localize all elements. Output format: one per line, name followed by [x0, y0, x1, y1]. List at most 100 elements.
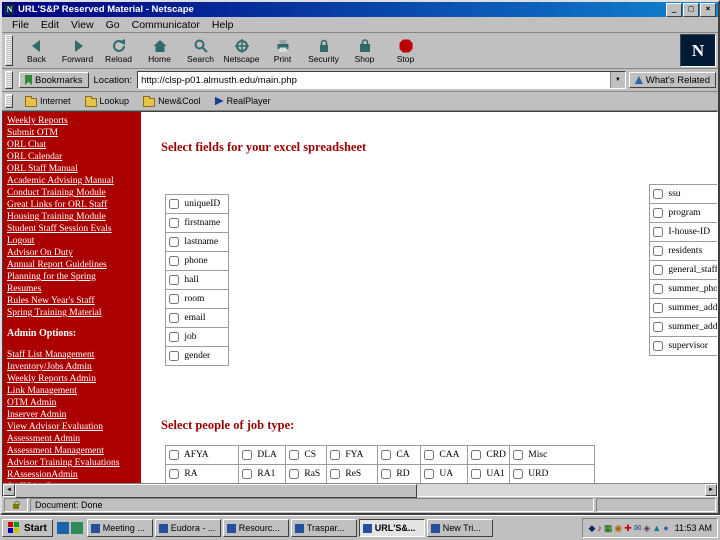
- task-button[interactable]: Resourc...: [222, 519, 289, 537]
- titlebar[interactable]: N URL'S&P Reserved Material - Netscape _…: [2, 2, 718, 17]
- field-checkbox[interactable]: [169, 236, 179, 247]
- field-checkbox[interactable]: [169, 350, 179, 361]
- sidebar-admin-link[interactable]: Advisor Training Evaluations: [7, 457, 137, 469]
- field-checkbox[interactable]: [169, 293, 179, 304]
- forward-button[interactable]: Forward: [57, 34, 98, 67]
- print-button[interactable]: Print: [262, 34, 303, 67]
- field-checkbox[interactable]: [653, 321, 663, 332]
- field-cell[interactable]: email: [165, 308, 229, 328]
- task-button[interactable]: New Tri...: [426, 519, 493, 537]
- job-checkbox[interactable]: [242, 468, 252, 479]
- field-cell[interactable]: program: [649, 203, 717, 223]
- job-checkbox[interactable]: [330, 449, 340, 460]
- status-security-segment[interactable]: [4, 498, 28, 512]
- sidebar-link[interactable]: Annual Report Guidelines: [7, 259, 137, 271]
- sidebar-admin-link[interactable]: Assessment Management: [7, 445, 137, 457]
- quicklaunch-browser-icon[interactable]: [56, 522, 69, 534]
- tray-icon[interactable]: ◈: [643, 523, 650, 533]
- job-cell[interactable]: RA: [165, 464, 239, 483]
- personal-bookmark-lookup[interactable]: Lookup: [79, 94, 135, 108]
- field-checkbox[interactable]: [169, 331, 179, 342]
- field-cell[interactable]: gender: [165, 346, 229, 366]
- menu-item[interactable]: View: [65, 19, 100, 31]
- field-checkbox[interactable]: [169, 217, 179, 228]
- job-checkbox[interactable]: [471, 449, 481, 460]
- start-button[interactable]: Start: [2, 519, 53, 537]
- job-cell[interactable]: RaS: [285, 464, 327, 483]
- sidebar-admin-link[interactable]: RAssessionAdmin: [7, 469, 137, 481]
- field-checkbox[interactable]: [169, 255, 179, 266]
- job-cell[interactable]: CA: [377, 445, 421, 465]
- tray-icon[interactable]: ✉: [634, 523, 642, 533]
- scroll-left-arrow-icon[interactable]: ◄: [3, 484, 15, 496]
- sidebar-admin-link[interactable]: Inventory/Jobs Admin: [7, 361, 137, 373]
- sidebar-admin-link[interactable]: Inserver Admin: [7, 409, 137, 421]
- sidebar-link[interactable]: Rules New Year's Staff: [7, 295, 137, 307]
- sidebar-admin-link[interactable]: Link Management: [7, 385, 137, 397]
- field-checkbox[interactable]: [169, 274, 179, 285]
- task-button[interactable]: Eudora - ...: [154, 519, 221, 537]
- field-checkbox[interactable]: [169, 198, 179, 209]
- toolbar-gripper[interactable]: [5, 35, 13, 66]
- job-checkbox[interactable]: [289, 449, 299, 460]
- field-checkbox[interactable]: [653, 264, 663, 275]
- scroll-right-arrow-icon[interactable]: ►: [705, 484, 717, 496]
- field-cell[interactable]: I-house-ID: [649, 222, 717, 242]
- sidebar-link[interactable]: Weekly Reports: [7, 115, 137, 127]
- field-checkbox[interactable]: [653, 302, 663, 313]
- tray-icon[interactable]: ✚: [624, 523, 632, 533]
- job-cell[interactable]: DLA: [238, 445, 286, 465]
- sidebar-link[interactable]: Housing Training Module: [7, 211, 137, 223]
- sidebar-link[interactable]: Student Staff Session Evals: [7, 223, 137, 235]
- field-cell[interactable]: firstname: [165, 213, 229, 233]
- task-button[interactable]: Meeting ...: [86, 519, 153, 537]
- minimize-button[interactable]: _: [666, 2, 682, 17]
- tray-icon[interactable]: ♪: [597, 523, 602, 533]
- job-checkbox[interactable]: [424, 449, 434, 460]
- job-checkbox[interactable]: [381, 449, 391, 460]
- field-cell[interactable]: supervisor: [649, 336, 717, 356]
- sidebar-link[interactable]: Logout: [7, 235, 137, 247]
- home-button[interactable]: Home: [139, 34, 180, 67]
- field-cell[interactable]: residents: [649, 241, 717, 261]
- menu-item[interactable]: File: [6, 19, 35, 31]
- job-checkbox[interactable]: [330, 468, 340, 479]
- job-cell[interactable]: CAA: [420, 445, 468, 465]
- field-checkbox[interactable]: [653, 245, 663, 256]
- back-button[interactable]: Back: [16, 34, 57, 67]
- field-cell[interactable]: phone: [165, 251, 229, 271]
- netscape-logo[interactable]: N: [680, 34, 716, 67]
- sidebar-link[interactable]: Great Links for ORL Staff: [7, 199, 137, 211]
- job-cell[interactable]: UA: [420, 464, 468, 483]
- task-button[interactable]: URL'S&...: [358, 519, 425, 537]
- field-cell[interactable]: general_staff: [649, 260, 717, 280]
- field-checkbox[interactable]: [653, 226, 663, 237]
- bookmarks-button[interactable]: Bookmarks: [19, 72, 89, 88]
- job-cell[interactable]: RA1: [238, 464, 286, 483]
- field-cell[interactable]: lastname: [165, 232, 229, 252]
- job-cell[interactable]: Misc: [508, 445, 595, 465]
- menu-item[interactable]: Edit: [35, 19, 65, 31]
- sidebar-link[interactable]: Planning for the Spring: [7, 271, 137, 283]
- close-button[interactable]: ×: [700, 2, 716, 17]
- sidebar-link[interactable]: ORL Staff Manual: [7, 163, 137, 175]
- sidebar-link[interactable]: Submit OTM: [7, 127, 137, 139]
- sidebar-admin-link[interactable]: Staff List Management: [7, 349, 137, 361]
- job-cell[interactable]: FYA: [326, 445, 378, 465]
- personal-bookmark-internet[interactable]: Internet: [20, 94, 76, 108]
- job-cell[interactable]: CS: [285, 445, 327, 465]
- field-cell[interactable]: summer_phone: [649, 279, 717, 299]
- security-button[interactable]: Security: [303, 34, 344, 67]
- search-button[interactable]: Search: [180, 34, 221, 67]
- job-checkbox[interactable]: [169, 449, 179, 460]
- job-checkbox[interactable]: [512, 449, 523, 460]
- scrollbar-thumb[interactable]: [15, 484, 418, 498]
- sidebar-link[interactable]: Academic Advising Manual: [7, 175, 137, 187]
- sidebar-link[interactable]: ORL Chat: [7, 139, 137, 151]
- url-dropdown-arrow-icon[interactable]: ▼: [609, 72, 625, 88]
- sidebar-link[interactable]: Conduct Training Module: [7, 187, 137, 199]
- menu-item[interactable]: Help: [206, 19, 240, 31]
- personal-bookmark-newcool[interactable]: New&Cool: [138, 94, 206, 108]
- sidebar-admin-link[interactable]: Weekly Reports Admin: [7, 373, 137, 385]
- job-checkbox[interactable]: [169, 468, 179, 479]
